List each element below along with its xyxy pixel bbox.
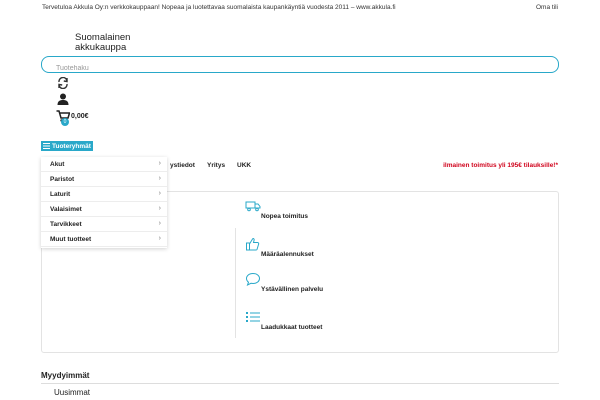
thumbs-up-icon: [245, 237, 261, 251]
search-box: [41, 56, 559, 76]
nav-company[interactable]: Yritys: [207, 162, 225, 169]
truck-icon: [245, 199, 261, 213]
category-label: Valaisimet: [50, 206, 82, 213]
category-item-muut-tuotteet[interactable]: Muut tuotteet ›: [41, 232, 167, 247]
chevron-right-icon: ›: [158, 175, 161, 182]
feature-label: Nopea toimitus: [261, 213, 308, 220]
category-label: Laturit: [50, 191, 71, 198]
chevron-right-icon: ›: [158, 160, 161, 167]
category-dropdown: Akut › Paristot › Laturit › Valaisimet ›…: [41, 157, 167, 248]
category-item-laturit[interactable]: Laturit ›: [41, 187, 167, 202]
list-icon: [245, 310, 261, 324]
chevron-right-icon: ›: [158, 190, 161, 197]
categories-button[interactable]: Tuoteryhmät: [41, 141, 93, 151]
menu-icon: [43, 143, 50, 149]
logo-line-2: akkukauppa: [75, 42, 127, 53]
category-item-akut[interactable]: Akut ›: [41, 157, 167, 172]
category-label: Muut tuotteet: [50, 236, 92, 243]
compare-icon[interactable]: [56, 76, 70, 90]
category-item-tarvikkeet[interactable]: Tarvikkeet ›: [41, 217, 167, 232]
welcome-text: Tervetuloa Akkula Oy:n verkkokauppaan! N…: [42, 4, 396, 11]
section-divider: [41, 383, 559, 384]
user-icon[interactable]: [56, 92, 70, 105]
cart-icon[interactable]: 0: [56, 109, 71, 126]
feature-label: Ystävällinen palvelu: [261, 286, 324, 293]
category-item-paristot[interactable]: Paristot ›: [41, 172, 167, 187]
nav-faq[interactable]: UKK: [237, 162, 251, 169]
search-input[interactable]: [42, 61, 558, 76]
categories-label: Tuoteryhmät: [52, 142, 91, 150]
category-label: Paristot: [50, 176, 75, 183]
site-logo[interactable]: Suomalainen akkukauppa: [75, 33, 130, 53]
chat-icon: [245, 272, 261, 286]
category-label: Akut: [50, 161, 65, 168]
chevron-right-icon: ›: [158, 220, 161, 227]
top-bar: Tervetuloa Akkula Oy:n verkkokauppaan! N…: [0, 0, 600, 14]
chevron-right-icon: ›: [158, 205, 161, 212]
newest-tab[interactable]: Uusimmat: [54, 388, 90, 397]
cart-total[interactable]: 0,00€: [71, 113, 89, 120]
nav-contact[interactable]: ystiedot: [170, 162, 195, 169]
category-item-valaisimet[interactable]: Valaisimet ›: [41, 202, 167, 217]
free-shipping-promo: ilmainen toimitus yli 195€ tilauksille!*: [443, 162, 558, 169]
cart-count-badge: 0: [61, 118, 69, 126]
feature-label: Laadukkaat tuotteet: [261, 324, 323, 331]
category-label: Tarvikkeet: [50, 221, 82, 228]
divider: [235, 228, 236, 338]
account-link[interactable]: Oma tili: [536, 4, 558, 11]
feature-label: Määräalennukset: [261, 251, 314, 258]
bestsellers-heading: Myydyimmät: [41, 371, 90, 380]
chevron-right-icon: ›: [158, 235, 161, 242]
